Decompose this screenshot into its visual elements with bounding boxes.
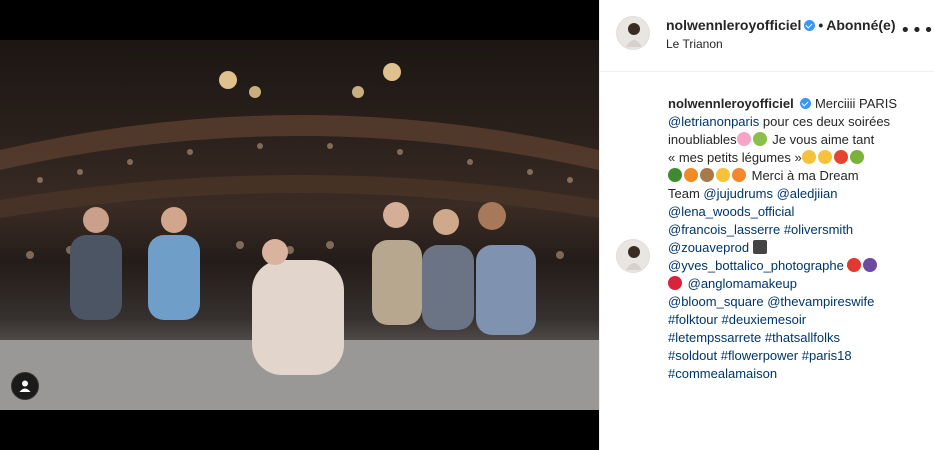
hashtag-link[interactable]: #letempssarrete <box>668 330 761 345</box>
caption-text: Merciiii PARIS <box>814 96 898 111</box>
caption-line-8: @francois_lasserre #oliversmith <box>668 221 918 239</box>
hashtag-link[interactable]: #flowerpower <box>721 348 798 363</box>
hashtag-link[interactable]: #commealamaison <box>668 366 777 381</box>
caption-line-5: Merci à ma Dream <box>668 167 918 185</box>
lipstick-emoji-icon <box>668 276 682 290</box>
avatar-image <box>617 240 649 272</box>
caption-text: Team <box>668 186 700 201</box>
caption-line-16: #commealamaison <box>668 365 918 383</box>
caption-text: Je vous aime tant <box>772 132 875 147</box>
caption-text: Merci à ma Dream <box>751 168 859 183</box>
potato-emoji-icon <box>700 168 714 182</box>
mention-link[interactable]: @lena_woods_official <box>668 204 794 219</box>
bouquet-emoji-icon <box>752 132 767 146</box>
camera-emoji-icon <box>752 240 767 254</box>
post-side-panel: nolwennleroyofficiel • Abonné(e) Le Triano… <box>599 0 934 450</box>
location-link[interactable]: Le Trianon <box>666 37 723 51</box>
verified-badge-icon <box>804 20 816 31</box>
hashtag-link[interactable]: #paris18 <box>802 348 852 363</box>
post-header: nolwennleroyofficiel • Abonné(e) Le Triano… <box>600 0 934 72</box>
caption-line-1: nolwennleroyofficiel Merciiii PARIS <box>668 95 918 113</box>
hashtag-link[interactable]: #deuxiemesoir <box>722 312 807 327</box>
caption-line-12: @bloom_square @thevampireswife <box>668 293 918 311</box>
concert-photo-illustration <box>0 63 599 410</box>
mention-link[interactable]: @jujudrums <box>703 186 773 201</box>
avatar-image <box>617 17 649 49</box>
mention-link[interactable]: @thevampireswife <box>767 294 874 309</box>
caption-text: inoubliables <box>668 132 737 147</box>
author-avatar[interactable] <box>616 16 650 50</box>
caption-text: « mes petits légumes » <box>668 150 802 165</box>
hashtag-link[interactable]: #folktour <box>668 312 718 327</box>
separator-dot: • <box>818 17 824 33</box>
header-line: nolwennleroyofficiel • Abonné(e) <box>666 17 895 33</box>
caption-author-avatar[interactable] <box>616 239 650 273</box>
post-caption: nolwennleroyofficiel Merciiii PARIS @let… <box>668 95 918 383</box>
caption-line-3: inoubliables Je vous aime tant <box>668 131 918 149</box>
mention-link[interactable]: @anglomamakeup <box>688 276 797 291</box>
caption-line-6: Team @jujudrums @aledjiian <box>668 185 918 203</box>
user-tag-icon <box>19 380 31 392</box>
rolling-laughing-emoji-icon <box>817 150 832 164</box>
hashtag-link[interactable]: #thatsallfolks <box>765 330 840 345</box>
mention-link[interactable]: @zouaveprod <box>668 240 749 255</box>
caption-text: pour ces deux soirées <box>762 114 891 129</box>
post-media[interactable] <box>0 0 599 450</box>
caption-line-10: @yves_bottalico_photographe <box>668 257 918 275</box>
caption-line-13: #folktour #deuxiemesoir <box>668 311 918 329</box>
woman-emoji-icon <box>863 258 878 272</box>
yellow-heart-emoji-icon <box>716 168 730 182</box>
mention-link[interactable]: @bloom_square <box>668 294 764 309</box>
laughing-emoji-icon <box>801 150 816 164</box>
hashtag-link[interactable]: #oliversmith <box>784 222 853 237</box>
tagged-users-button[interactable] <box>11 372 39 400</box>
caption-line-4: « mes petits légumes » <box>668 149 918 167</box>
avocado-emoji-icon <box>849 150 864 164</box>
tomato-emoji-icon <box>833 150 848 164</box>
header-username[interactable]: nolwennleroyofficiel <box>666 17 801 33</box>
caption-line-15: #soldout #flowerpower #paris18 <box>668 347 918 365</box>
carrot-emoji-icon <box>684 168 698 182</box>
dress-emoji-icon <box>847 258 862 272</box>
mention-link[interactable]: @yves_bottalico_photographe <box>668 258 844 273</box>
more-options-icon[interactable]: ••• <box>900 22 934 40</box>
caption-line-9: @zouaveprod <box>668 239 918 257</box>
orange-heart-emoji-icon <box>732 168 746 182</box>
verified-badge-icon <box>800 98 812 109</box>
cherry-blossom-emoji-icon <box>736 132 751 146</box>
mention-link[interactable]: @aledjiian <box>777 186 838 201</box>
caption-line-14: #letempssarrete #thatsallfolks <box>668 329 918 347</box>
caption-line-11: @anglomamakeup <box>668 275 918 293</box>
caption-username[interactable]: nolwennleroyofficiel <box>668 96 794 111</box>
post-photo[interactable] <box>0 40 599 410</box>
mention-link[interactable]: @francois_lasserre <box>668 222 780 237</box>
caption-line-7: @lena_woods_official <box>668 203 918 221</box>
caption-line-2: @letrianonparis pour ces deux soirées <box>668 113 918 131</box>
mention-link[interactable]: @letrianonparis <box>668 114 759 129</box>
broccoli-emoji-icon <box>668 168 682 182</box>
hashtag-link[interactable]: #soldout <box>668 348 717 363</box>
follow-status-button[interactable]: Abonné(e) <box>826 17 895 33</box>
